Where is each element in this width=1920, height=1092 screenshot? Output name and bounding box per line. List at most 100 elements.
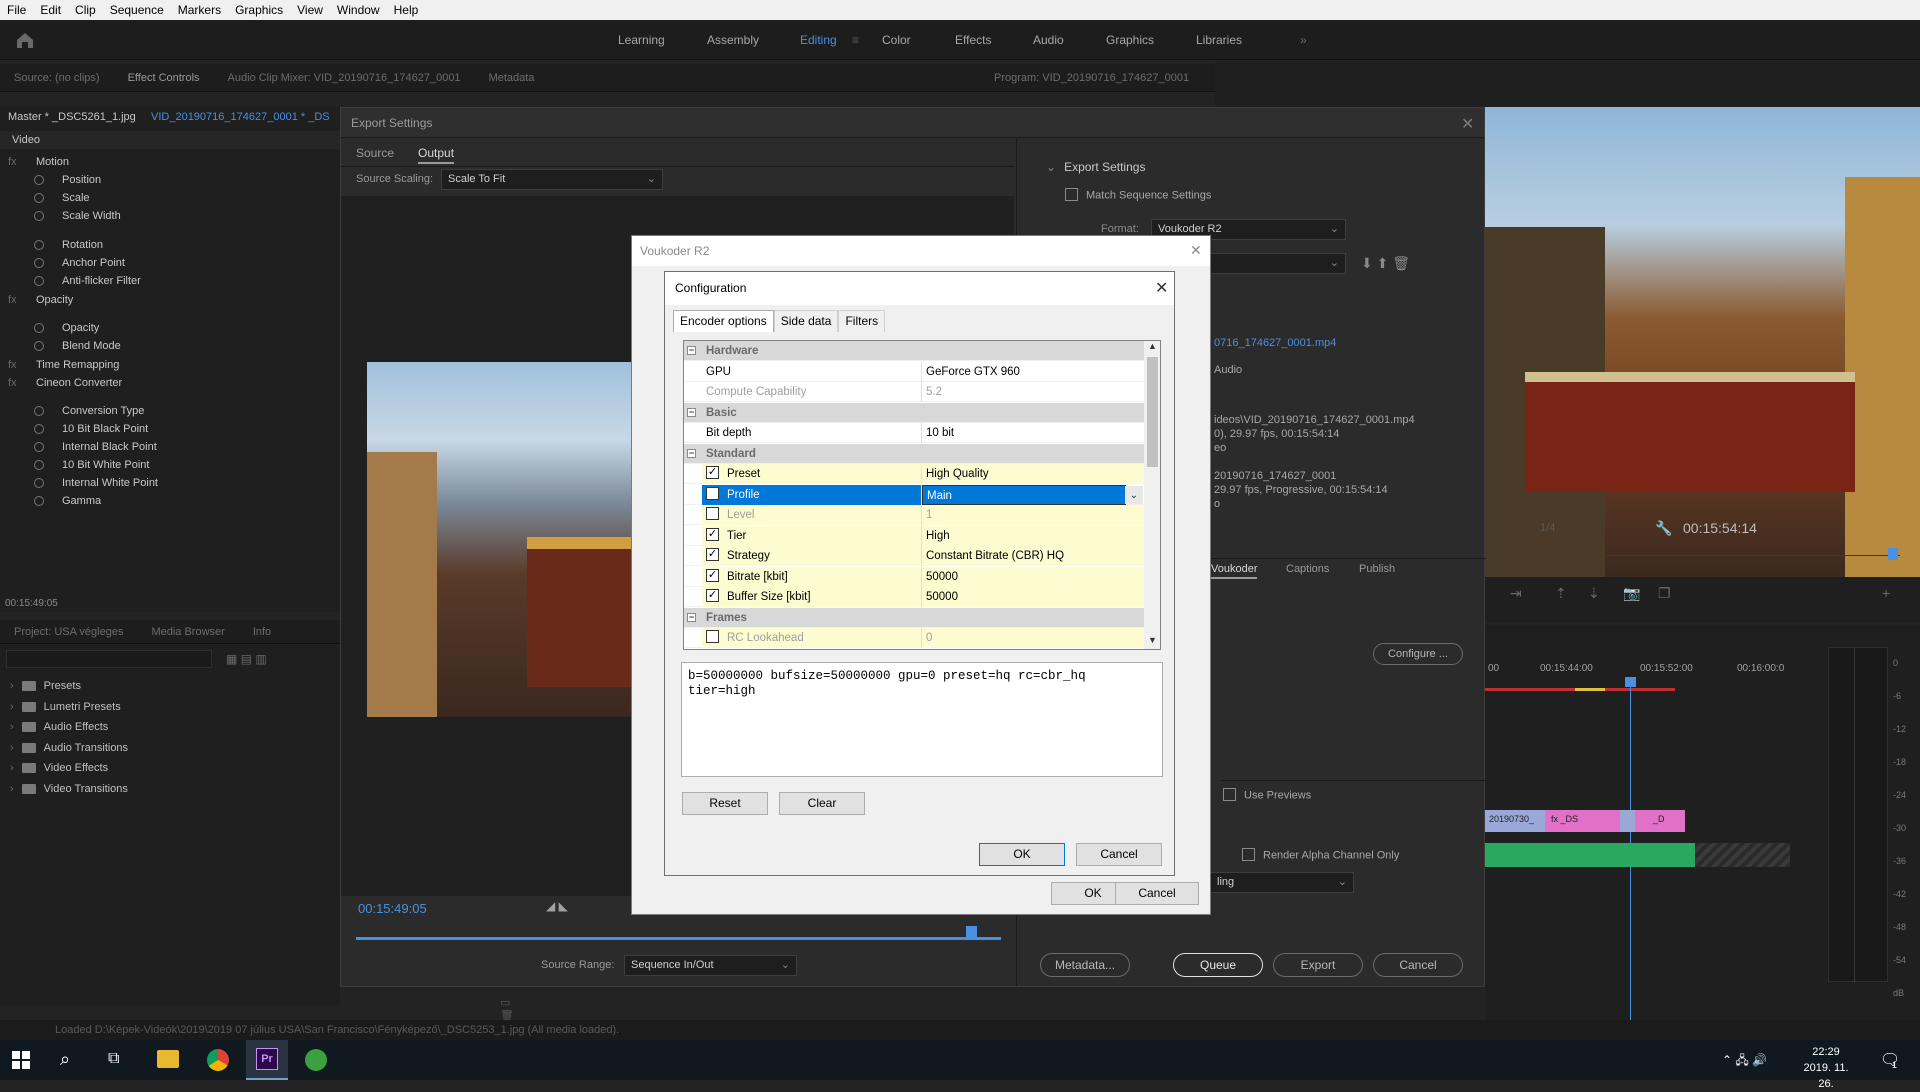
workspace-overflow-icon[interactable]: » bbox=[1300, 33, 1307, 47]
source-range-select[interactable]: Sequence In/Out ⌄ bbox=[624, 955, 797, 976]
collapse-icon[interactable]: − bbox=[687, 612, 696, 622]
property-checkbox[interactable]: ✓ bbox=[706, 466, 719, 480]
scroll-up-icon[interactable]: ▲ bbox=[1144, 341, 1160, 355]
effect-property-row[interactable]: Anti-flicker Filter bbox=[0, 271, 340, 292]
grid-property-row[interactable]: RC Lookahead 0 bbox=[684, 628, 1144, 648]
video-clip[interactable]: 20190730_ fx _DS _D bbox=[1485, 810, 1685, 832]
grid-property-row[interactable]: Profile Main ⌄ bbox=[684, 484, 1144, 505]
effect-property-row[interactable]: Blend Mode bbox=[0, 336, 340, 357]
grid-property-row[interactable]: Level 1 bbox=[684, 505, 1144, 525]
menu-sequence[interactable]: Sequence bbox=[103, 3, 171, 17]
stopwatch-icon[interactable] bbox=[34, 460, 44, 471]
tab-export-output[interactable]: Output bbox=[418, 146, 455, 164]
property-checkbox[interactable]: ✓ bbox=[706, 589, 719, 603]
master-clip-label[interactable]: Master * _DSC5261_1.jpg bbox=[8, 111, 136, 123]
tab-side-data[interactable]: Side data bbox=[773, 310, 839, 332]
stopwatch-icon[interactable] bbox=[34, 193, 44, 204]
property-checkbox[interactable] bbox=[706, 630, 719, 644]
workspace-learning[interactable]: Learning bbox=[618, 33, 665, 47]
tab-effect-controls[interactable]: Effect Controls bbox=[114, 72, 214, 84]
video-clip-pink[interactable]: fx _DS bbox=[1545, 810, 1620, 832]
audio-clip[interactable] bbox=[1485, 843, 1695, 867]
program-playhead[interactable] bbox=[1888, 548, 1898, 560]
preset-action-icons[interactable]: ⬇ ⬆ 🗑 bbox=[1361, 255, 1410, 272]
chrome-icon[interactable] bbox=[207, 1049, 229, 1071]
menu-markers[interactable]: Markers bbox=[171, 3, 228, 17]
stopwatch-icon[interactable] bbox=[34, 406, 44, 417]
grid-property-row[interactable]: ✓ Bitrate [kbit] 50000 bbox=[684, 566, 1144, 587]
windows-start-icon[interactable] bbox=[12, 1051, 30, 1069]
zoom-select[interactable]: 1/4 bbox=[1540, 522, 1555, 534]
effect-property-row[interactable]: fx Cineon Converter bbox=[0, 373, 340, 394]
workspace-menu-icon[interactable]: ≡ bbox=[852, 33, 859, 47]
new-bin-icon[interactable]: ▭ 🗑 bbox=[500, 996, 514, 1022]
grid-scrollbar[interactable]: ▲ ▼ bbox=[1144, 341, 1160, 649]
tab-project[interactable]: Project: USA végleges bbox=[0, 626, 137, 638]
collapse-icon[interactable]: − bbox=[687, 346, 696, 355]
clear-button[interactable]: Clear bbox=[779, 792, 865, 815]
stopwatch-icon[interactable] bbox=[34, 175, 44, 186]
stopwatch-icon[interactable] bbox=[34, 240, 44, 251]
folder-item[interactable]: › Audio Transitions bbox=[10, 742, 128, 763]
workspace-effects[interactable]: Effects bbox=[955, 33, 991, 47]
export-button[interactable]: Export bbox=[1273, 953, 1363, 977]
stopwatch-icon[interactable] bbox=[34, 496, 44, 507]
grid-category-row[interactable]: − Standard bbox=[684, 443, 1144, 464]
stopwatch-icon[interactable] bbox=[34, 478, 44, 489]
property-checkbox[interactable]: ✓ bbox=[706, 527, 719, 541]
effect-property-row[interactable]: Gamma bbox=[0, 491, 340, 512]
grid-category-row[interactable]: − Hardware bbox=[684, 341, 1144, 361]
scroll-thumb[interactable] bbox=[1147, 357, 1158, 467]
match-sequence-checkbox[interactable]: Match Sequence Settings bbox=[1065, 188, 1211, 202]
video-clip-pink-2[interactable]: _D bbox=[1635, 810, 1685, 832]
tab-voukoder[interactable]: Voukoder bbox=[1211, 563, 1258, 579]
grid-property-row[interactable]: GPU GeForce GTX 960 bbox=[684, 361, 1144, 382]
use-previews-checkbox[interactable]: Use Previews bbox=[1223, 788, 1311, 802]
taskbar-premiere-active[interactable]: Pr bbox=[246, 1040, 288, 1080]
checkbox[interactable] bbox=[1065, 188, 1078, 201]
mark-in-out-icons[interactable]: ◢ ◣ bbox=[546, 899, 568, 913]
collapse-icon[interactable]: − bbox=[687, 448, 696, 458]
stopwatch-icon[interactable] bbox=[34, 258, 44, 269]
project-search-input[interactable] bbox=[6, 650, 212, 668]
metadata-button[interactable]: Metadata... bbox=[1040, 953, 1130, 977]
property-checkbox[interactable]: ✓ bbox=[706, 568, 719, 582]
tab-media-browser[interactable]: Media Browser bbox=[137, 626, 238, 638]
queue-button[interactable]: Queue bbox=[1173, 953, 1263, 977]
menu-help[interactable]: Help bbox=[387, 3, 426, 17]
folder-item[interactable]: › Video Transitions bbox=[10, 783, 128, 804]
workspace-libraries[interactable]: Libraries bbox=[1196, 33, 1242, 47]
workspace-color[interactable]: Color bbox=[882, 33, 911, 47]
reset-button[interactable]: Reset bbox=[682, 792, 768, 815]
stopwatch-icon[interactable] bbox=[34, 276, 44, 287]
export-settings-header[interactable]: ⌄ Export Settings bbox=[1046, 160, 1145, 174]
program-transport-controls[interactable]: ⇥ ⇡ ⇣ 📷 ❐ + bbox=[1510, 585, 1910, 605]
voukoder-cancel-button[interactable]: Cancel bbox=[1115, 882, 1199, 905]
task-view-icon[interactable]: ⧉ bbox=[108, 1050, 119, 1068]
effect-property-row[interactable]: Scale Width bbox=[0, 206, 340, 227]
close-icon[interactable]: ✕ bbox=[1155, 278, 1168, 298]
stopwatch-icon[interactable] bbox=[34, 323, 44, 334]
configure-button[interactable]: Configure ... bbox=[1373, 643, 1463, 665]
home-icon[interactable] bbox=[14, 30, 36, 50]
config-cancel-button[interactable]: Cancel bbox=[1076, 843, 1162, 866]
menu-window[interactable]: Window bbox=[330, 3, 387, 17]
menu-graphics[interactable]: Graphics bbox=[228, 3, 290, 17]
export-playhead[interactable] bbox=[966, 926, 977, 940]
grid-property-row[interactable]: ✓ Buffer Size [kbit] 50000 bbox=[684, 587, 1144, 607]
tab-info[interactable]: Info bbox=[239, 626, 285, 638]
menu-file[interactable]: File bbox=[0, 3, 33, 17]
tab-audio-clip-mixer[interactable]: Audio Clip Mixer: VID_20190716_174627_00… bbox=[214, 72, 475, 84]
property-checkbox[interactable] bbox=[706, 507, 719, 521]
stopwatch-icon[interactable] bbox=[34, 424, 44, 435]
wrench-icon[interactable]: 🔧 bbox=[1655, 520, 1672, 537]
export-range-bar[interactable] bbox=[356, 937, 1001, 940]
tab-publish[interactable]: Publish bbox=[1359, 563, 1395, 575]
render-alpha-checkbox[interactable]: Render Alpha Channel Only bbox=[1242, 848, 1399, 862]
export-cancel-button[interactable]: Cancel bbox=[1373, 953, 1463, 977]
scroll-down-icon[interactable]: ▼ bbox=[1144, 635, 1160, 649]
sequence-clip-label[interactable]: VID_20190716_174627_0001 * _DS bbox=[151, 111, 330, 123]
stopwatch-icon[interactable] bbox=[34, 442, 44, 453]
folder-item[interactable]: › Lumetri Presets bbox=[10, 701, 128, 722]
folder-item[interactable]: › Presets bbox=[10, 680, 128, 701]
